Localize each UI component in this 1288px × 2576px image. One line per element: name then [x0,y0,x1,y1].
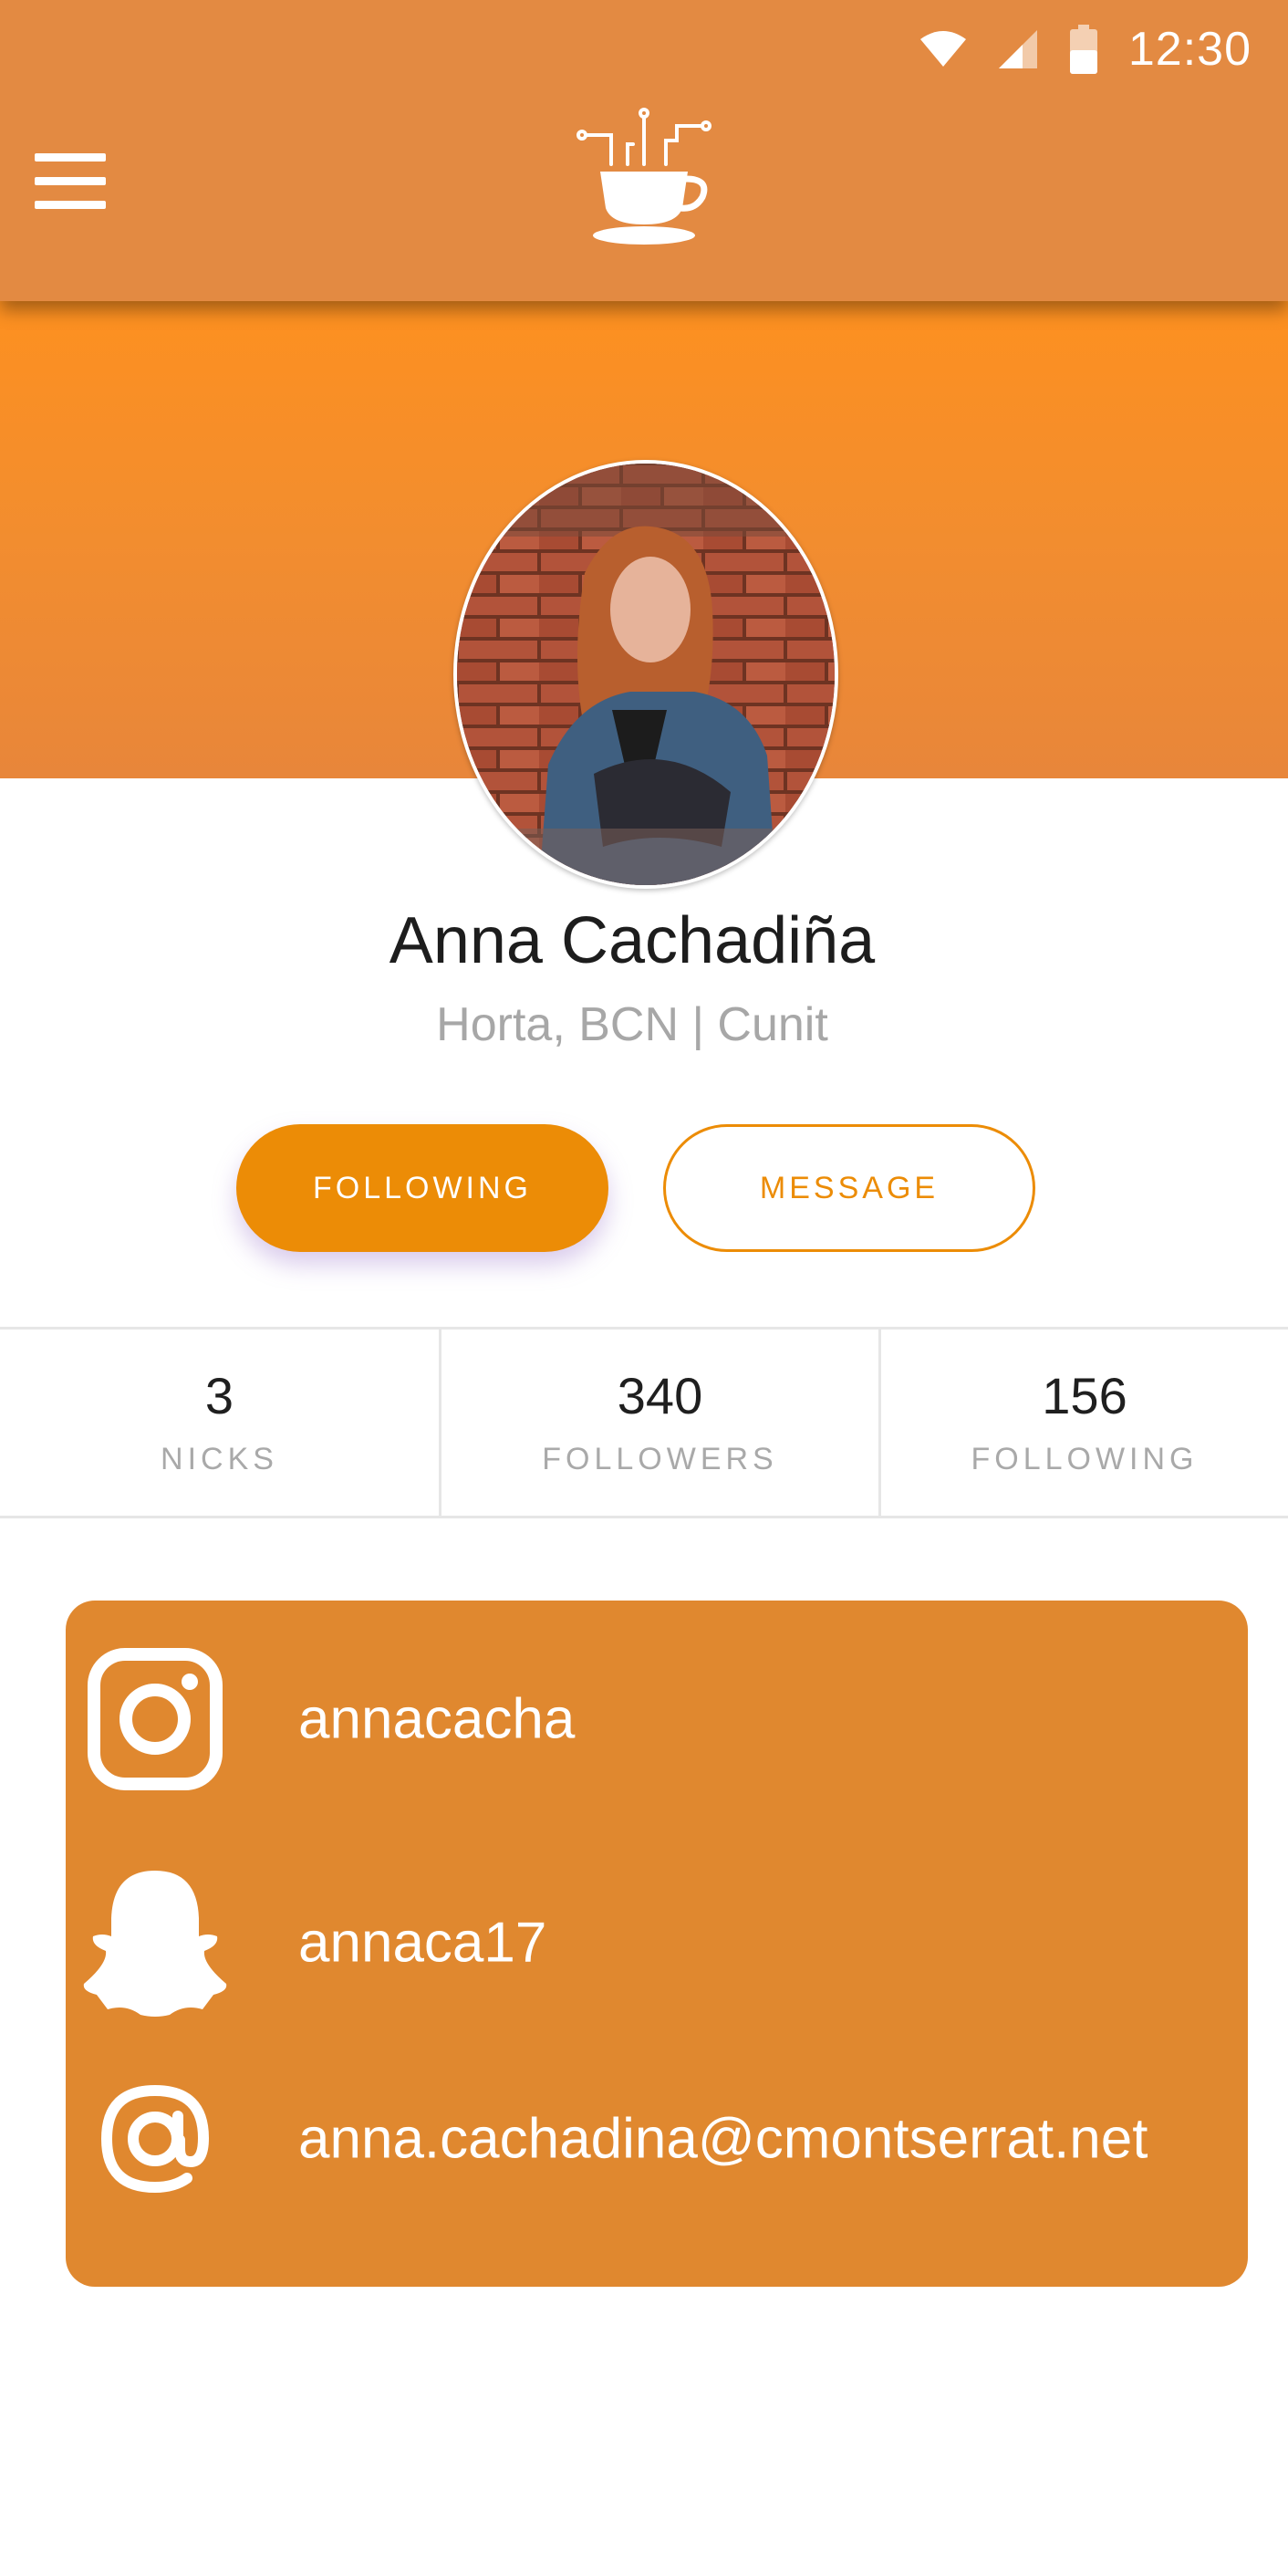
profile-name: Anna Cachadiña [389,904,876,977]
instagram-handle: annacacha [298,1687,576,1751]
status-time: 12:30 [1127,23,1252,76]
social-links-card: annacacha annaca17 anna.cachadina@cmonts… [66,1601,1248,2287]
stat-value: 340 [617,1367,703,1424]
following-button[interactable]: FOLLOWING [236,1124,608,1252]
stat-label: FOLLOWERS [542,1442,778,1476]
avatar-photo [457,464,835,885]
stat-value: 156 [1042,1367,1127,1424]
stat-followers[interactable]: 340 FOLLOWERS [439,1330,878,1516]
stat-label: NICKS [161,1442,278,1476]
social-row-instagram[interactable]: annacacha [66,1637,1248,1801]
stat-value: 3 [204,1367,234,1424]
status-bar: 12:30 [919,13,1252,86]
stat-label: FOLLOWING [971,1442,1199,1476]
snapchat-icon [82,1865,228,2020]
hamburger-menu-icon[interactable] [35,153,106,210]
social-row-email[interactable]: anna.cachadina@cmontserrat.net [66,2066,1248,2212]
app-bar: 12:30 [0,0,1288,301]
stat-nicks[interactable]: 3 NICKS [0,1330,439,1516]
signal-icon [998,30,1037,68]
social-row-snapchat[interactable]: annaca17 [66,1865,1248,2020]
message-button[interactable]: MESSAGE [663,1124,1035,1252]
instagram-icon [82,1637,228,1801]
at-sign-icon [82,2066,228,2212]
profile-location: Horta, BCN | Cunit [436,998,828,1051]
profile-stats: 3 NICKS 340 FOLLOWERS 156 FOLLOWING [0,1327,1288,1518]
wifi-icon [919,31,966,67]
email-address: anna.cachadina@cmontserrat.net [298,2107,1148,2171]
snapchat-handle: annaca17 [298,1911,547,1975]
avatar[interactable] [453,460,838,889]
stat-following[interactable]: 156 FOLLOWING [878,1330,1288,1516]
battery-icon [1069,25,1097,74]
coffee-cup-circuit-logo[interactable] [575,108,713,250]
profile-screen: 12:30 Anna Cachadiña Horta, BCN | Cunit … [0,0,1288,2576]
